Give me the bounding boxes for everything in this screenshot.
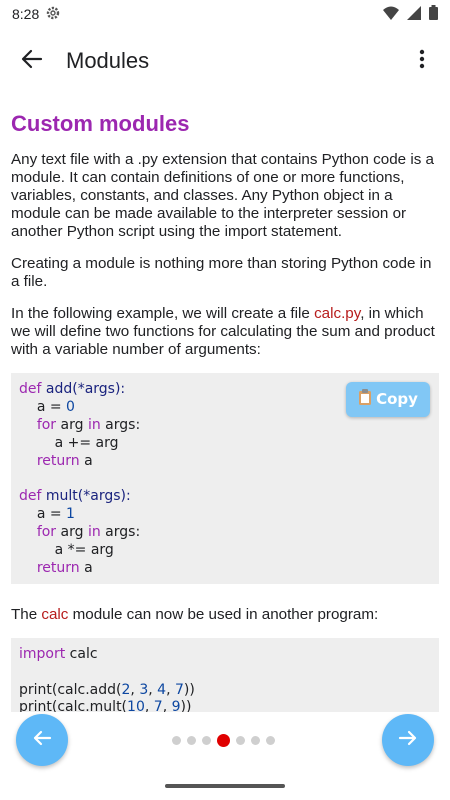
code-text: a =: [36, 506, 67, 523]
page-dot: [202, 736, 211, 745]
code-number: 7: [174, 681, 184, 698]
code-text: arg: [56, 524, 88, 541]
paragraph-usage-text-1: The: [11, 605, 42, 623]
battery-icon: [429, 5, 438, 23]
code-line: a = 1: [19, 506, 431, 524]
code-block-calc: def add(*args): a = 0 for arg in args: a…: [11, 373, 439, 584]
settings-gear-icon: [45, 5, 61, 24]
code-line: print(calc.add(2, 3, 4, 7)): [19, 682, 431, 700]
code-line: a *= arg: [19, 542, 431, 560]
gesture-navigation-bar[interactable]: [165, 784, 285, 788]
code-block-usage: import calc print(calc.add(2, 3, 4, 7)) …: [11, 637, 439, 712]
page-dot: [251, 736, 260, 745]
arrow-right-icon: [398, 728, 418, 753]
code-line: for arg in args:: [19, 524, 431, 542]
paragraph-usage: The calc module can now be used in anoth…: [11, 606, 439, 624]
page-dot: [187, 736, 196, 745]
code-keyword: return: [36, 452, 80, 469]
code-text: print(calc.add(: [19, 681, 122, 698]
page-dot-active: [217, 734, 230, 747]
page-indicator: [172, 734, 275, 747]
code-text: )): [183, 681, 195, 698]
status-time: 8:28: [12, 6, 40, 22]
code-keyword: def: [19, 381, 42, 397]
code-line: a += arg: [19, 435, 431, 453]
code-text: a += arg: [54, 434, 119, 451]
code-keyword: in: [87, 416, 101, 433]
code-text: a: [79, 559, 93, 576]
section-title: Custom modules: [11, 111, 190, 136]
page-dot: [266, 736, 275, 745]
code-keyword: for: [36, 416, 57, 433]
code-text: arg: [56, 416, 88, 433]
code-number: 9: [171, 699, 181, 712]
back-button[interactable]: [4, 33, 60, 89]
status-bar: 8:28: [0, 0, 450, 28]
lesson-content[interactable]: Custom modules Any text file with a .py …: [0, 94, 450, 712]
pager-bar: [0, 712, 450, 770]
paragraph-example: In the following example, we will create…: [11, 305, 439, 359]
code-number: 7: [153, 699, 163, 712]
code-keyword: in: [87, 524, 101, 541]
arrow-back-icon: [21, 48, 43, 75]
code-text: ,: [162, 699, 172, 712]
code-text: print(calc.mult(: [19, 699, 128, 712]
inline-module-name: calc: [41, 605, 69, 623]
code-text: a: [79, 452, 93, 469]
page-dot: [236, 736, 245, 745]
code-line: for arg in args:: [19, 417, 431, 435]
previous-page-button[interactable]: [16, 714, 68, 766]
code-text: ,: [166, 681, 175, 698]
code-function: mult(*args):: [45, 488, 131, 505]
code-keyword: return: [36, 559, 80, 576]
code-number: 3: [139, 681, 149, 698]
code-number: 4: [157, 681, 167, 698]
code-line: import calc: [19, 646, 431, 664]
paragraph-intro: Any text file with a .py extension that …: [11, 151, 434, 240]
more-options-button[interactable]: [398, 37, 446, 85]
code-number: 0: [66, 398, 75, 415]
page-title: Modules: [66, 48, 150, 73]
code-number: 10: [127, 699, 145, 712]
code-text: ,: [144, 699, 154, 712]
code-text: a =: [36, 398, 67, 415]
inline-filename: calc.py: [314, 305, 361, 322]
arrow-left-icon: [32, 728, 52, 753]
next-page-button[interactable]: [382, 714, 434, 766]
wifi-icon: [383, 6, 399, 23]
code-number: 1: [66, 506, 75, 523]
code-text: args:: [100, 416, 141, 433]
code-line: return a: [19, 453, 431, 471]
code-text: ,: [148, 681, 158, 698]
code-keyword: for: [36, 524, 57, 541]
code-text: )): [180, 699, 192, 712]
code-line: def mult(*args):: [19, 488, 431, 506]
paragraph-example-text-1: In the following example, we will create…: [11, 305, 315, 322]
code-line: return a: [19, 560, 431, 578]
code-line: print(calc.mult(10, 7, 9)): [19, 699, 431, 712]
paragraph-creating: Creating a module is nothing more than s…: [11, 255, 432, 290]
code-text: a *= arg: [54, 542, 114, 559]
paragraph-usage-text-2: module can now be used in another progra…: [68, 605, 379, 623]
code-text: calc: [65, 645, 98, 662]
code-keyword: import: [19, 645, 66, 662]
more-vert-icon: [419, 49, 425, 74]
code-function: add(*args):: [45, 381, 126, 397]
code-keyword: def: [19, 488, 42, 505]
page-dot: [172, 736, 181, 745]
signal-icon: [407, 5, 421, 23]
app-bar: Modules: [0, 28, 450, 94]
copy-button-label: Copy: [376, 389, 418, 408]
clipboard-icon: [358, 389, 372, 410]
code-text: ,: [130, 681, 140, 698]
copy-code-button[interactable]: Copy: [346, 382, 430, 417]
code-text: args:: [100, 524, 141, 541]
